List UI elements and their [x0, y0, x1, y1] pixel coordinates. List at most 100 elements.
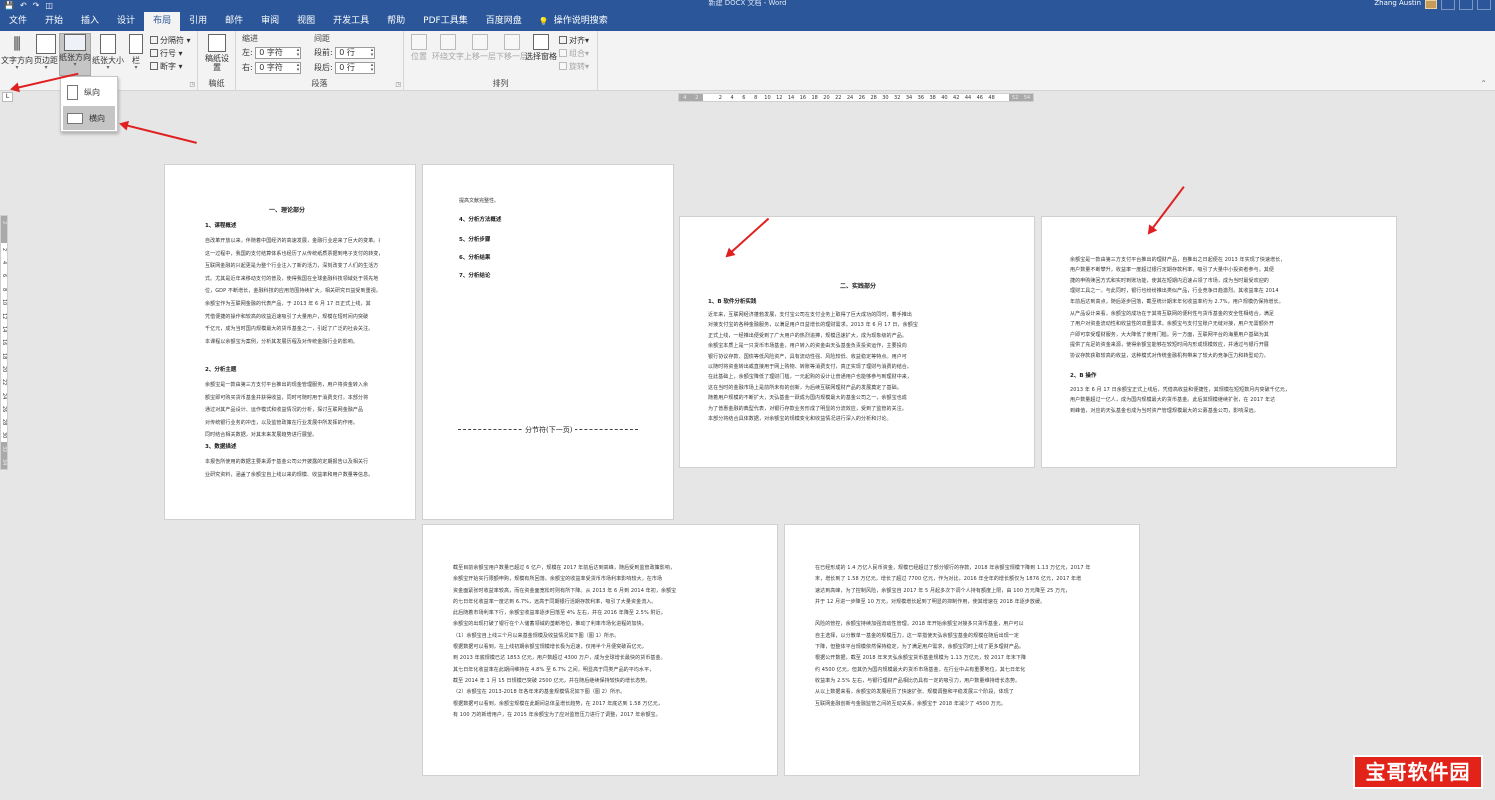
page1-title: 一、理论部分: [269, 207, 306, 214]
page-6[interactable]: 在已经形成的 1.4 万亿人民币资金，规模已经超过了部分银行的存款，2018 年…: [784, 524, 1140, 776]
spacing-after-input[interactable]: 0 行 ▴ ▾: [335, 62, 376, 74]
page4-line: 理财工具之一。与此同时，银行也纷纷推出类似产品，行业竞争日趋激烈。其收益率在 2…: [1070, 288, 1279, 295]
align-button[interactable]: 对齐▾: [559, 35, 589, 46]
page5-line: 此后随着市场利率下行，余额宝收益率逐步回落至 4% 左右，并在 2016 年降至…: [453, 610, 666, 617]
ruler-tick-label: [1, 229, 7, 243]
tab-developer[interactable]: 开发工具: [324, 12, 378, 31]
page3-line: 余额宝本质上是一只货币市场基金，用户转入的资金由天弘基金负责投资运作，主要投向: [708, 343, 907, 350]
maximize-button[interactable]: [1459, 0, 1473, 10]
page-5[interactable]: 截至目前余额宝用户数量已超过 6 亿户，规模在 2017 年前后达到高峰，随后受…: [422, 524, 778, 776]
collapse-ribbon-icon[interactable]: ⌃: [1480, 79, 1487, 88]
page5-line: 余额宝的出现打破了银行在个人储蓄领域的垄断地位，推动了利率市场化进程的加快。: [453, 621, 647, 628]
orientation-landscape-option[interactable]: 横向: [63, 106, 115, 130]
minimize-button[interactable]: [1441, 0, 1455, 10]
page-4[interactable]: 余额宝是一款由第三方支付平台推出的理财产品，自推出之日起便在 2013 年实现了…: [1041, 216, 1397, 468]
orientation-dropdown: 纵向 横向: [60, 76, 118, 132]
chevron-down-icon: ▾: [15, 64, 19, 71]
line-numbers-button[interactable]: 行号 ▾: [150, 48, 183, 59]
page1-data-line: 业研究资料，涵盖了余额宝自上线以来的规模、收益率和用户数量等信息。: [205, 471, 374, 478]
tab-review[interactable]: 审阅: [252, 12, 288, 31]
orientation-button[interactable]: 纸张方向 ▾: [59, 33, 91, 76]
spacing-before-input[interactable]: 0 行 ▴ ▾: [335, 47, 376, 59]
ribbon: ⫼ 文字方向 ▾ 页边距 ▾ 纸张方向 ▾ 纸张大小 ▾ 栏 ▾ 分隔符 ▾ 行…: [0, 31, 1495, 91]
text-direction-button[interactable]: ⫼ 文字方向 ▾: [1, 34, 33, 71]
tab-file[interactable]: 文件: [0, 12, 36, 31]
page1-topic-text: 余额宝是一款由第三方支付平台推出的现金管理服务，用户将资金转入余 额宝即可购买货币…: [205, 379, 380, 442]
orientation-portrait-option[interactable]: 纵向: [63, 80, 115, 104]
avatar[interactable]: [1425, 0, 1437, 9]
page4-line: 年前后达到高点，随后逐步回落，截至统计期末年化收益率约为 2.7%，用户规模仍保…: [1070, 298, 1284, 305]
paragraph-dialog-launcher[interactable]: ◳: [395, 81, 401, 88]
horizontal-ruler[interactable]: 4 2 2 4 6 8 10 12 14 16 18 20 22 24 26 28 30 32 34 36 38 40 42…: [678, 93, 1034, 102]
page4-line: 余额宝是一款由第三方支付平台推出的理财产品，自推出之日起便在 2013 年实现了…: [1070, 257, 1286, 263]
page1-course-text: 自改革开放以来，伴随着中国经济的高速发展，金融行业迎来了巨大的变革。在 这一过程中…: [205, 235, 380, 348]
tab-insert[interactable]: 插入: [72, 12, 108, 31]
breaks-button[interactable]: 分隔符 ▾: [150, 35, 191, 46]
ruler-tick-label: 26: [858, 95, 866, 101]
tab-mailings[interactable]: 邮件: [216, 12, 252, 31]
margins-button[interactable]: 页边距 ▾: [34, 34, 58, 71]
page6-line: 速达到高峰，为了控制风险，余额宝自 2017 年 5 月起多次下调个人持有额度上…: [815, 587, 1071, 594]
indent-right-input[interactable]: 0 字符 ▴ ▾: [255, 62, 302, 74]
arrange-group: 位置 环绕文字 上移一层 下移一层 选择窗格 对齐▾ 组合▾ 旋转▾ 排列: [404, 31, 598, 91]
watermark-logo: 宝哥软件园: [1353, 755, 1483, 789]
vertical-ruler[interactable]: 2 2 4 6 8 10 12 14 16 18 20 22 24 26 28 30 32 34: [0, 215, 8, 470]
ruler-tick-label: 20: [823, 95, 830, 101]
portrait-label: 纵向: [84, 87, 100, 97]
spacing-after: 段后: 0 行 ▴ ▾: [314, 62, 376, 74]
page1-course-line: 千亿元，成为当时国内规模最大的货币基金之一，引起了广泛的社会关注。: [205, 326, 374, 333]
spinner-arrows-icon[interactable]: ▴ ▾: [371, 63, 374, 73]
indent-left-input[interactable]: 0 字符 ▴ ▾: [255, 47, 302, 59]
user-name[interactable]: Zhang Austin: [1374, 0, 1421, 7]
wrap-text-button[interactable]: 环绕文字: [432, 34, 464, 61]
page3-line: 这在当时的金融市场上是前所未有的创新，为后续互联网理财产品的发展奠定了基础。: [708, 384, 902, 391]
columns-button[interactable]: 栏 ▾: [125, 34, 147, 71]
rotate-button[interactable]: 旋转▾: [559, 61, 589, 72]
bring-forward-button[interactable]: 上移一层: [464, 34, 496, 61]
ruler-tick-label: 22: [835, 95, 842, 101]
section-break-next-page: 分节符(下一页): [458, 425, 638, 437]
window-controls: [1441, 0, 1491, 10]
tell-me-search[interactable]: 💡 操作说明搜索: [531, 12, 616, 31]
spacing-after-value: 0 行: [339, 63, 355, 72]
tab-home[interactable]: 开始: [36, 12, 72, 31]
ruler-tick-label: 14: [787, 95, 795, 101]
rotate-label: 旋转: [569, 62, 585, 71]
tab-baidu-netdisk[interactable]: 百度网盘: [477, 12, 531, 31]
size-button[interactable]: 纸张大小 ▾: [92, 34, 124, 71]
tab-view[interactable]: 视图: [288, 12, 324, 31]
spinner-arrows-icon[interactable]: ▴ ▾: [297, 48, 300, 58]
group-objects-button[interactable]: 组合▾: [559, 48, 589, 59]
user-account[interactable]: Zhang Austin: [1374, 0, 1437, 9]
ruler-tick-label: 16: [1, 339, 7, 346]
page-2[interactable]: 提高文献完整性。 4、分析方法概述 5、分析步骤 6、分析结果 7、分析结论 分…: [422, 164, 674, 520]
spinner-arrows-icon[interactable]: ▴ ▾: [297, 63, 300, 73]
page2-item-steps: 5、分析步骤: [459, 237, 491, 243]
spinner-arrows-icon[interactable]: ▴ ▾: [371, 48, 374, 58]
selection-pane-button[interactable]: 选择窗格: [524, 34, 558, 61]
indent-left-value: 0 字符: [259, 48, 283, 57]
page1-topic-line: 额宝即可购买货币基金并获得收益，同时可随时用于消费支付。本部分将: [205, 394, 369, 401]
ruler-tick-label: 30: [882, 95, 889, 101]
page3-line: 银行协议存款、国债等低风险资产，具有流动性强、风险较低、收益稳定等特点。用户可: [708, 353, 907, 360]
tab-help[interactable]: 帮助: [378, 12, 414, 31]
draft-paper-button[interactable]: 稿纸设置: [205, 34, 229, 72]
page3-line: 对接支付宝的各种金融服务，以满足用户日益增长的理财需求。2013 年 6 月 1…: [708, 322, 918, 329]
page3-line: 在此基础上，余额宝降低了理财门槛，一元起购的设计让普通用户也能够参与到理财中来，: [708, 374, 913, 381]
page-1[interactable]: 一、理论部分 1、课程概述 自改革开放以来，伴随着中国经济的高速发展，金融行业迎…: [164, 164, 416, 520]
selection-pane-icon: [533, 34, 549, 50]
page-setup-dialog-launcher[interactable]: ◳: [189, 81, 195, 88]
ruler-tick-label: 24: [846, 95, 854, 101]
page4-ops-line: 2013 年 6 月 17 日余额宝正式上线后，凭借高收益和便捷性，其规模在短短…: [1070, 387, 1291, 393]
close-button[interactable]: [1477, 0, 1491, 10]
page3-line: 本部分将结合具体数据，对余额宝的规模变化和收益情况进行深入的分析和讨论。: [708, 415, 892, 422]
page6-line: 根据公开数据，截至 2018 年末天弘余额宝货币基金规模为 1.13 万亿元，较…: [815, 655, 1027, 662]
tab-design[interactable]: 设计: [108, 12, 144, 31]
page4-ops-text: 2013 年 6 月 17 日余额宝正式上线后，凭借高收益和便捷性，其规模在短短…: [1070, 385, 1370, 416]
hyphenation-button[interactable]: 断字 ▾: [150, 61, 183, 72]
position-button[interactable]: 位置: [407, 34, 431, 61]
align-icon: [559, 36, 567, 44]
tab-references[interactable]: 引用: [180, 12, 216, 31]
tab-pdf-tools[interactable]: PDF工具集: [414, 12, 477, 31]
tab-layout[interactable]: 布局: [144, 12, 181, 31]
